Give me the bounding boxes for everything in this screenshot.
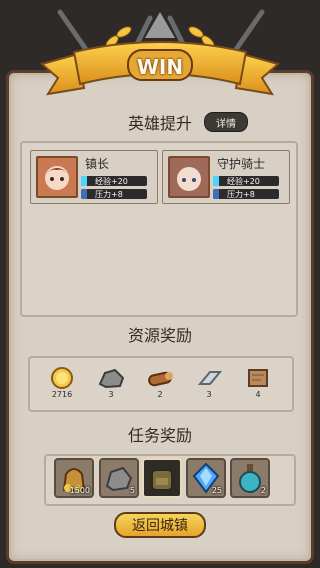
return-to-town-button[interactable]: 返回城镇 xyxy=(114,512,206,538)
task-reward-crystal[interactable]: 25 xyxy=(186,458,226,498)
pressure-bar xyxy=(81,189,87,199)
pressure-label: 压力+8 xyxy=(95,189,123,199)
exp-stat: 经验+20 xyxy=(81,176,147,186)
exp-label: 经验+20 xyxy=(227,176,260,186)
resource-section-title: 资源奖励 xyxy=(127,326,192,345)
win-title: WIN xyxy=(136,55,184,79)
hero-section-title: 英雄提升 xyxy=(127,114,192,133)
pressure-bar xyxy=(213,189,219,199)
pressure-stat: 压力+8 xyxy=(213,189,279,199)
task-reward-backpack[interactable] xyxy=(142,458,182,498)
pressure-stat: 压力+8 xyxy=(81,189,147,199)
resource-count: 2 xyxy=(157,390,163,399)
hero-card-mayor[interactable]: 镇长 经验+20 压力+8 xyxy=(30,150,158,204)
resource-count: 3 xyxy=(108,390,114,399)
resource-count: 2716 xyxy=(51,390,73,399)
reward-count: 2 xyxy=(260,486,266,495)
resource-iron[interactable]: 3 xyxy=(194,366,224,410)
hero-name: 镇长 xyxy=(85,157,110,171)
task-reward-stone[interactable]: 5 xyxy=(99,458,139,498)
leather-scroll-icon xyxy=(248,369,268,387)
exp-bar xyxy=(81,176,87,186)
exp-stat: 经验+20 xyxy=(213,176,279,186)
resource-leather[interactable]: 4 xyxy=(243,366,273,410)
reward-count: 25 xyxy=(211,486,222,495)
resource-gold[interactable]: 2716 xyxy=(47,366,77,410)
stone-icon xyxy=(98,368,125,389)
resource-count: 3 xyxy=(206,390,212,399)
resource-count: 4 xyxy=(255,390,261,399)
hero-portrait xyxy=(168,156,210,198)
exp-bar xyxy=(213,176,219,186)
hero-portrait xyxy=(36,156,78,198)
iron-ingot-icon xyxy=(197,371,223,385)
reward-count: 1500 xyxy=(69,486,90,495)
reward-count: 5 xyxy=(129,486,135,495)
pressure-label: 压力+8 xyxy=(227,189,255,199)
task-reward-potion[interactable]: 2 xyxy=(230,458,270,498)
exp-label: 经验+20 xyxy=(95,176,128,186)
hero-name: 守护骑士 xyxy=(217,157,266,171)
detail-button[interactable]: 详情 xyxy=(204,112,248,132)
backpack-icon xyxy=(151,469,173,491)
wood-log-icon xyxy=(148,371,173,387)
resource-wood[interactable]: 2 xyxy=(145,366,175,410)
gold-coin-icon xyxy=(51,367,73,389)
task-section-title: 任务奖励 xyxy=(127,426,192,445)
resource-stone[interactable]: 3 xyxy=(96,366,126,410)
hero-card-guardian-knight[interactable]: 守护骑士 经验+20 压力+8 xyxy=(162,150,290,204)
task-reward-gold-sack[interactable]: 1500 xyxy=(54,458,94,498)
